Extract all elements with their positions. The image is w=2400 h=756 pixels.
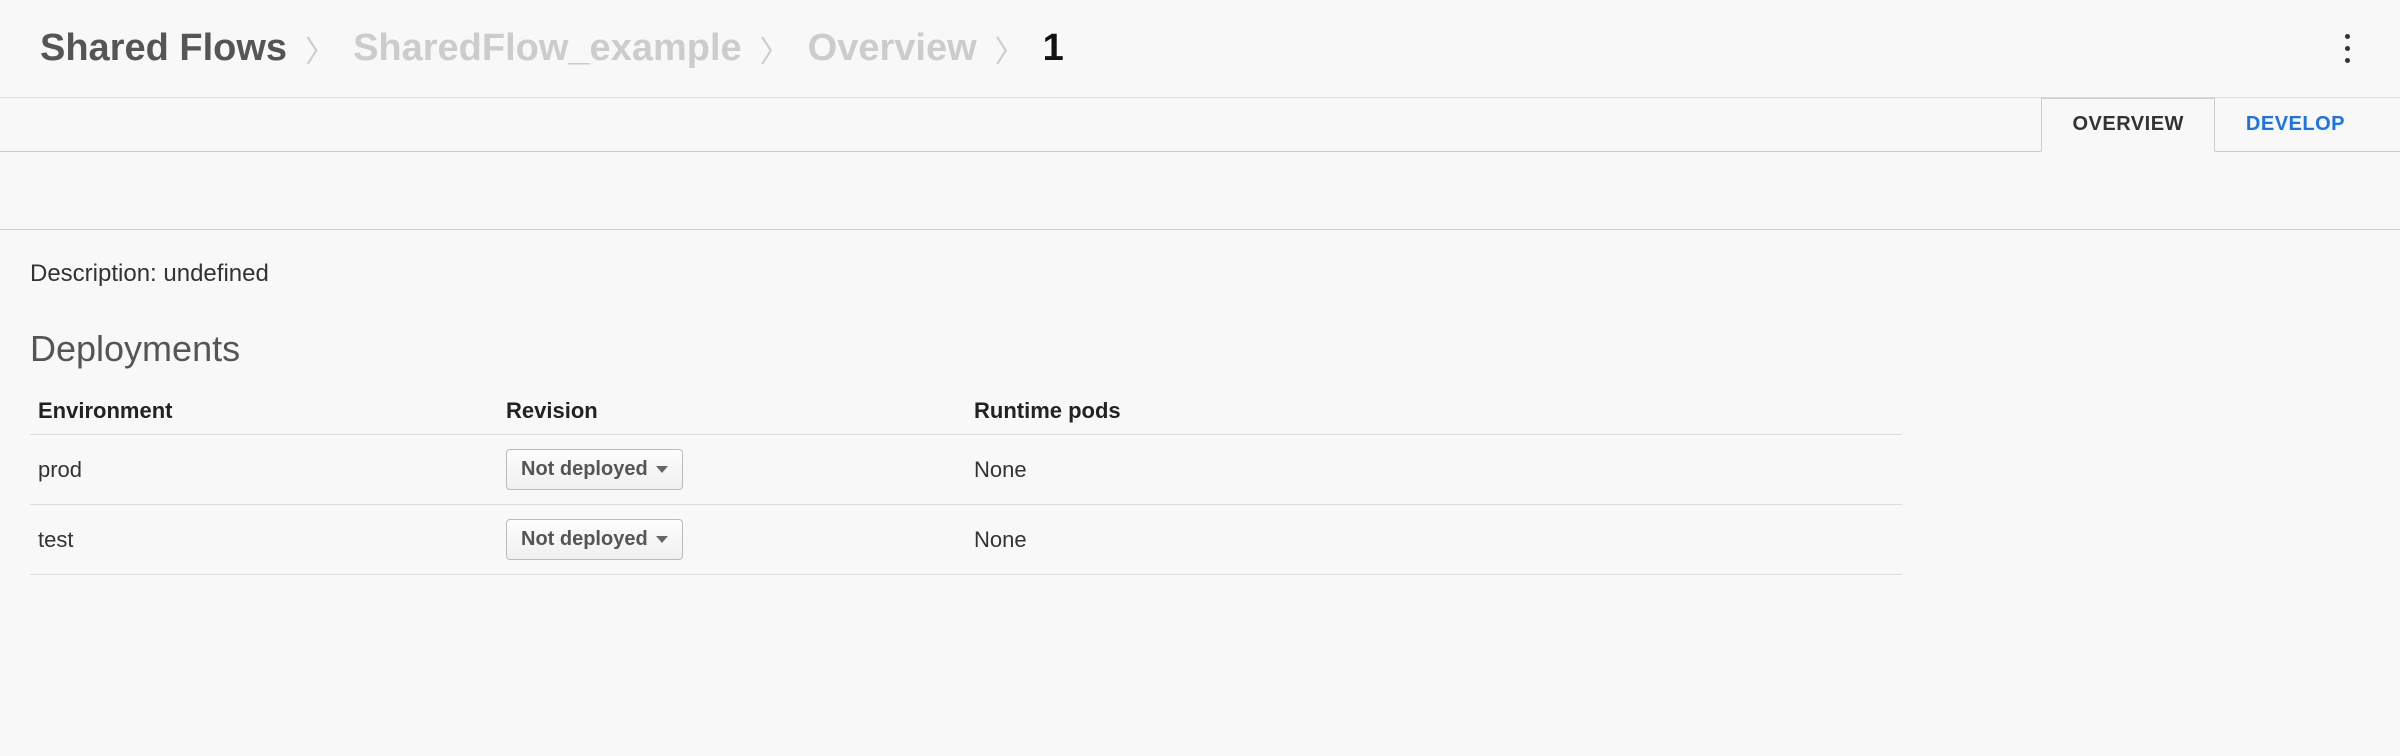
chevron-right-icon: 〉 — [305, 27, 335, 71]
deployments-table: Environment Revision Runtime pods prod N… — [30, 388, 1902, 575]
table-row: prod Not deployed None — [30, 435, 1902, 505]
breadcrumb: Shared Flows 〉 SharedFlow_example 〉 Over… — [40, 27, 1064, 71]
breadcrumb-flow-name[interactable]: SharedFlow_example — [353, 27, 742, 70]
more-menu-icon[interactable] — [2335, 24, 2360, 73]
chevron-right-icon: 〉 — [995, 27, 1025, 71]
tabs: OVERVIEW DEVELOP — [0, 98, 2400, 152]
cell-environment: prod — [30, 435, 498, 505]
tab-develop[interactable]: DEVELOP — [2215, 98, 2376, 151]
table-row: test Not deployed None — [30, 505, 1902, 575]
deployments-title: Deployments — [30, 328, 2370, 370]
description-label: Description: — [30, 260, 157, 287]
caret-down-icon — [656, 536, 668, 543]
column-environment: Environment — [30, 388, 498, 435]
revision-label: Not deployed — [521, 528, 648, 551]
revision-dropdown[interactable]: Not deployed — [506, 449, 683, 490]
breadcrumb-shared-flows[interactable]: Shared Flows — [40, 27, 287, 70]
tab-overview[interactable]: OVERVIEW — [2041, 98, 2214, 152]
column-runtime-pods: Runtime pods — [966, 388, 1902, 435]
column-revision: Revision — [498, 388, 966, 435]
revision-label: Not deployed — [521, 458, 648, 481]
description-value: undefined — [163, 260, 268, 287]
breadcrumb-overview[interactable]: Overview — [808, 27, 977, 70]
cell-environment: test — [30, 505, 498, 575]
revision-dropdown[interactable]: Not deployed — [506, 519, 683, 560]
chevron-right-icon: 〉 — [760, 27, 790, 71]
description: Description: undefined — [30, 260, 2370, 288]
toolbar-band — [0, 152, 2400, 230]
cell-runtime-pods: None — [966, 505, 1902, 575]
breadcrumb-revision: 1 — [1043, 27, 1064, 70]
caret-down-icon — [656, 466, 668, 473]
cell-runtime-pods: None — [966, 435, 1902, 505]
